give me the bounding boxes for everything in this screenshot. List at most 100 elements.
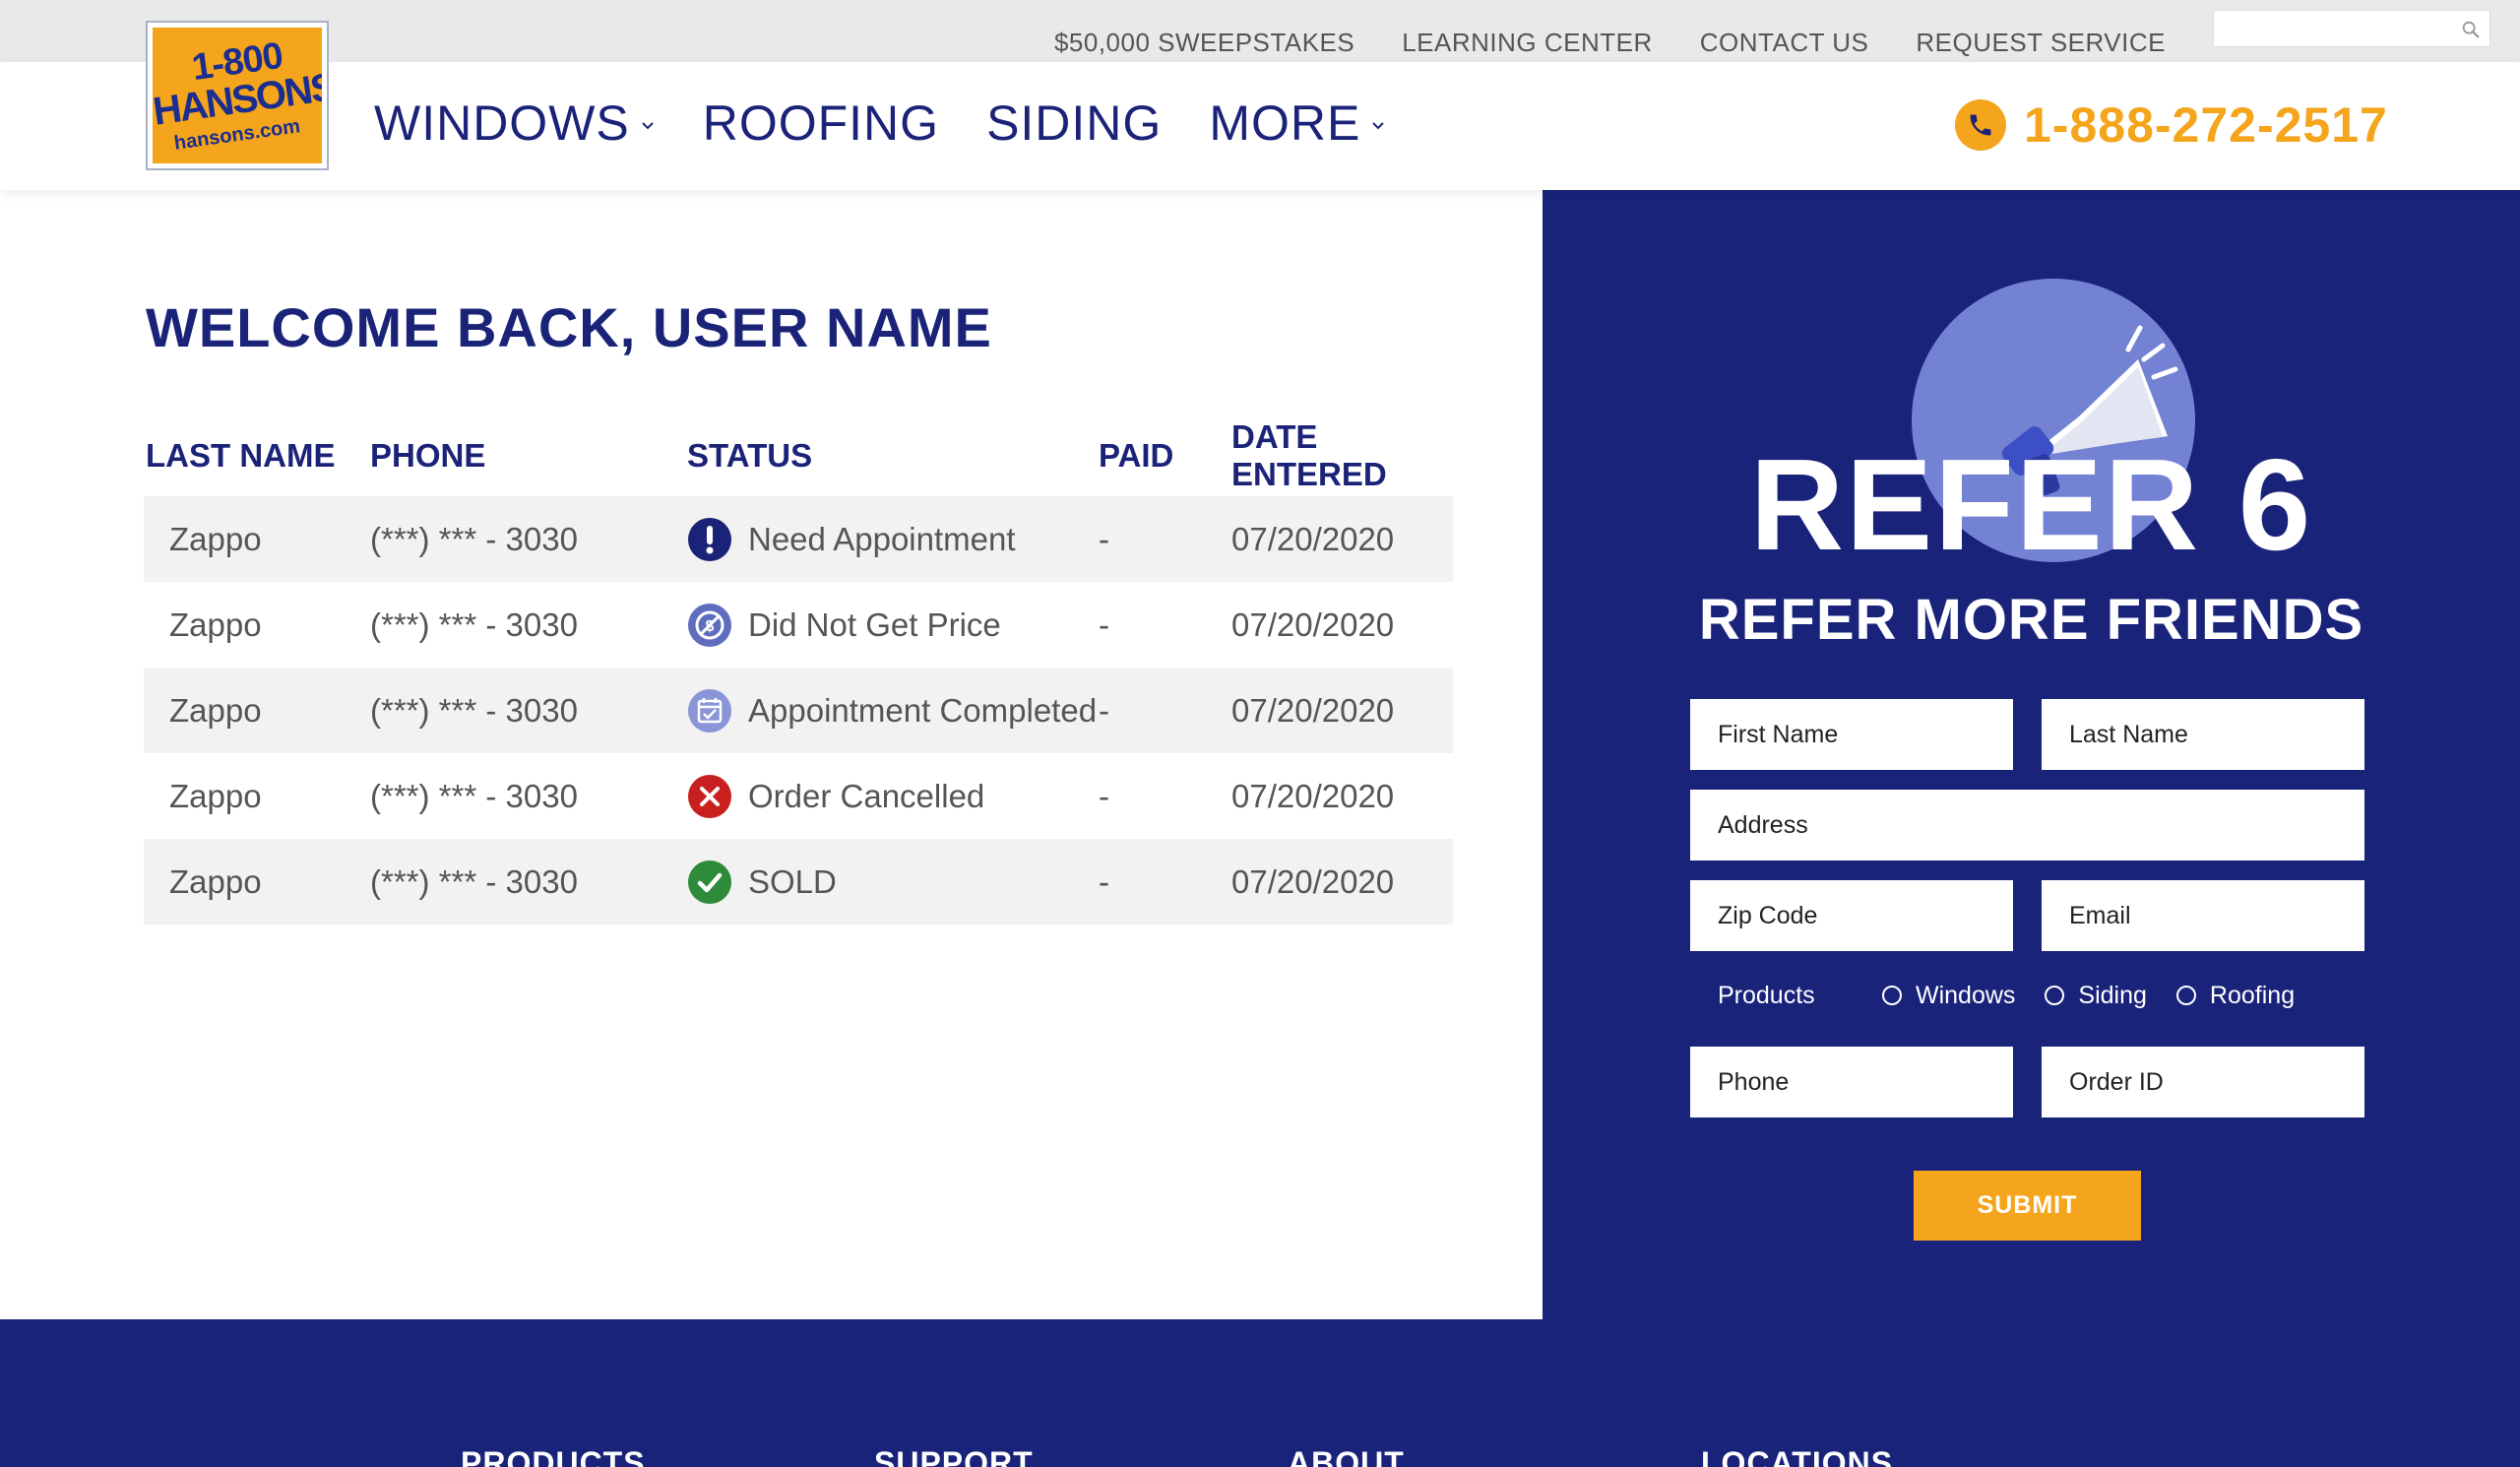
status-text: SOLD (748, 862, 837, 900)
order-id-field (2042, 1047, 2364, 1117)
status-text: Appointment Completed (748, 691, 1098, 729)
cell-status: SOLD (687, 860, 1099, 905)
product-option-siding[interactable]: Siding (2045, 982, 2147, 1010)
last-name-input[interactable] (2042, 699, 2364, 770)
cell-status: Order Cancelled (687, 774, 1099, 819)
cell-status: $ Did Not Get Price (687, 603, 1099, 648)
radio-button[interactable] (2045, 986, 2065, 1005)
zip-code-field (1690, 880, 2013, 951)
column-header-last-name: LAST NAME (146, 437, 336, 474)
page-title: WELCOME BACK, USER NAME (146, 296, 992, 358)
cell-paid: - (1099, 862, 1109, 900)
phone-number: 1-888-272-2517 (2024, 97, 2388, 153)
search-input[interactable] (2214, 11, 2489, 46)
last-name-field (2042, 699, 2364, 770)
main-header: 1-800 HANSONS hansons.com WINDOWS ROOFIN… (0, 21, 2520, 190)
phone-link[interactable]: 1-888-272-2517 (1955, 96, 2388, 155)
email-input[interactable] (2042, 880, 2364, 951)
radio-button[interactable] (1882, 986, 1902, 1005)
table-row: Zappo (***) *** - 3030 $ Did Not Get Pri… (144, 582, 1453, 668)
table-header: LAST NAME PHONE STATUS PAID DATE ENTERED (144, 415, 1453, 496)
calendar-check-icon (688, 688, 731, 733)
nav-label: SIDING (986, 96, 1163, 151)
check-icon (688, 860, 731, 904)
nav-label: ROOFING (702, 96, 940, 151)
cell-last-name: Zappo (169, 520, 262, 557)
order-id-input[interactable] (2042, 1047, 2364, 1117)
cell-date: 07/20/2020 (1231, 777, 1395, 814)
utility-bar: $50,000 SWEEPSTAKES LEARNING CENTER CONT… (0, 0, 2520, 62)
cell-last-name: Zappo (169, 606, 262, 643)
refer-subtitle: REFER MORE FRIENDS (1698, 588, 2364, 652)
cell-paid: - (1099, 606, 1109, 643)
footer-heading-products: PRODUCTS (461, 1445, 646, 1467)
nav-item-siding[interactable]: SIDING (986, 92, 1162, 155)
status-text: Did Not Get Price (748, 606, 1001, 643)
cell-phone: (***) *** - 3030 (370, 520, 578, 557)
cell-last-name: Zappo (169, 862, 262, 900)
status-text: Order Cancelled (748, 777, 985, 814)
cell-paid: - (1099, 520, 1109, 557)
main-nav: WINDOWS ROOFING SIDING MORE (374, 92, 1386, 155)
column-header-date-entered: DATE ENTERED (1231, 418, 1387, 492)
zip-code-input[interactable] (1690, 880, 2013, 951)
no-price-icon: $ (688, 603, 731, 647)
phone-field (1690, 1047, 2013, 1117)
radio-label: Windows (1916, 981, 2016, 1009)
radio-label: Siding (2078, 981, 2147, 1009)
column-header-status: STATUS (687, 437, 813, 474)
footer-columns: PRODUCTS SUPPORT ABOUT LOCATIONS (461, 1445, 2114, 1467)
email-field (2042, 880, 2364, 951)
table-row: Zappo (***) *** - 3030 Order Cancelled -… (144, 753, 1453, 839)
learning-center-link[interactable]: LEARNING CENTER (1402, 26, 1653, 59)
chevron-down-icon (642, 122, 654, 130)
cell-paid: - (1099, 691, 1109, 729)
table-row: Zappo (***) *** - 3030 Appointment Compl… (144, 668, 1453, 753)
footer: PRODUCTS SUPPORT ABOUT LOCATIONS (0, 1319, 2520, 1467)
cell-phone: (***) *** - 3030 (370, 862, 578, 900)
cell-last-name: Zappo (169, 691, 262, 729)
exclamation-icon (688, 517, 731, 561)
footer-heading-locations: LOCATIONS (1701, 1445, 1894, 1467)
cell-last-name: Zappo (169, 777, 262, 814)
products-selector: Products Windows Siding Roofing (1690, 976, 2364, 1015)
utility-nav: $50,000 SWEEPSTAKES LEARNING CENTER CONT… (1054, 26, 2166, 59)
sweepstakes-link[interactable]: $50,000 SWEEPSTAKES (1054, 26, 1354, 59)
product-option-windows[interactable]: Windows (1882, 982, 2015, 1010)
nav-item-more[interactable]: MORE (1209, 92, 1386, 155)
refer-title: REFER 6 (1749, 432, 2313, 577)
cell-phone: (***) *** - 3030 (370, 606, 578, 643)
nav-label: MORE (1209, 96, 1361, 151)
status-text: Need Appointment (748, 520, 1016, 557)
product-option-roofing[interactable]: Roofing (2175, 982, 2295, 1010)
cell-date: 07/20/2020 (1231, 862, 1395, 900)
referral-table: LAST NAME PHONE STATUS PAID DATE ENTERED… (144, 415, 1453, 925)
request-service-link[interactable]: REQUEST SERVICE (1916, 26, 2166, 59)
search-icon[interactable] (2460, 19, 2482, 40)
first-name-input[interactable] (1690, 699, 2013, 770)
address-input[interactable] (1690, 790, 2364, 861)
cell-paid: - (1099, 777, 1109, 814)
submit-button[interactable]: SUBMIT (1914, 1171, 2141, 1241)
cell-status: Appointment Completed (687, 688, 1099, 734)
logo-badge: 1-800 HANSONS hansons.com (153, 28, 322, 163)
column-header-phone: PHONE (370, 437, 486, 474)
footer-heading-about: ABOUT (1288, 1445, 1405, 1467)
contact-us-link[interactable]: CONTACT US (1700, 26, 1869, 59)
nav-item-roofing[interactable]: ROOFING (703, 92, 939, 155)
cancel-x-icon (688, 774, 731, 818)
cell-date: 07/20/2020 (1231, 520, 1395, 557)
cell-date: 07/20/2020 (1231, 606, 1395, 643)
table-row: Zappo (***) *** - 3030 SOLD - 07/20/2020 (144, 839, 1453, 925)
products-label: Products (1718, 981, 1815, 1009)
hansons-logo[interactable]: 1-800 HANSONS hansons.com (146, 21, 329, 170)
footer-heading-support: SUPPORT (874, 1445, 1034, 1467)
nav-item-windows[interactable]: WINDOWS (374, 92, 656, 155)
chevron-down-icon (1372, 122, 1385, 130)
radio-button[interactable] (2175, 986, 2196, 1005)
phone-icon (1955, 99, 2006, 151)
cell-status: Need Appointment (687, 517, 1099, 562)
phone-input[interactable] (1690, 1047, 2013, 1117)
search-box (2213, 10, 2490, 47)
address-field (1690, 790, 2364, 861)
